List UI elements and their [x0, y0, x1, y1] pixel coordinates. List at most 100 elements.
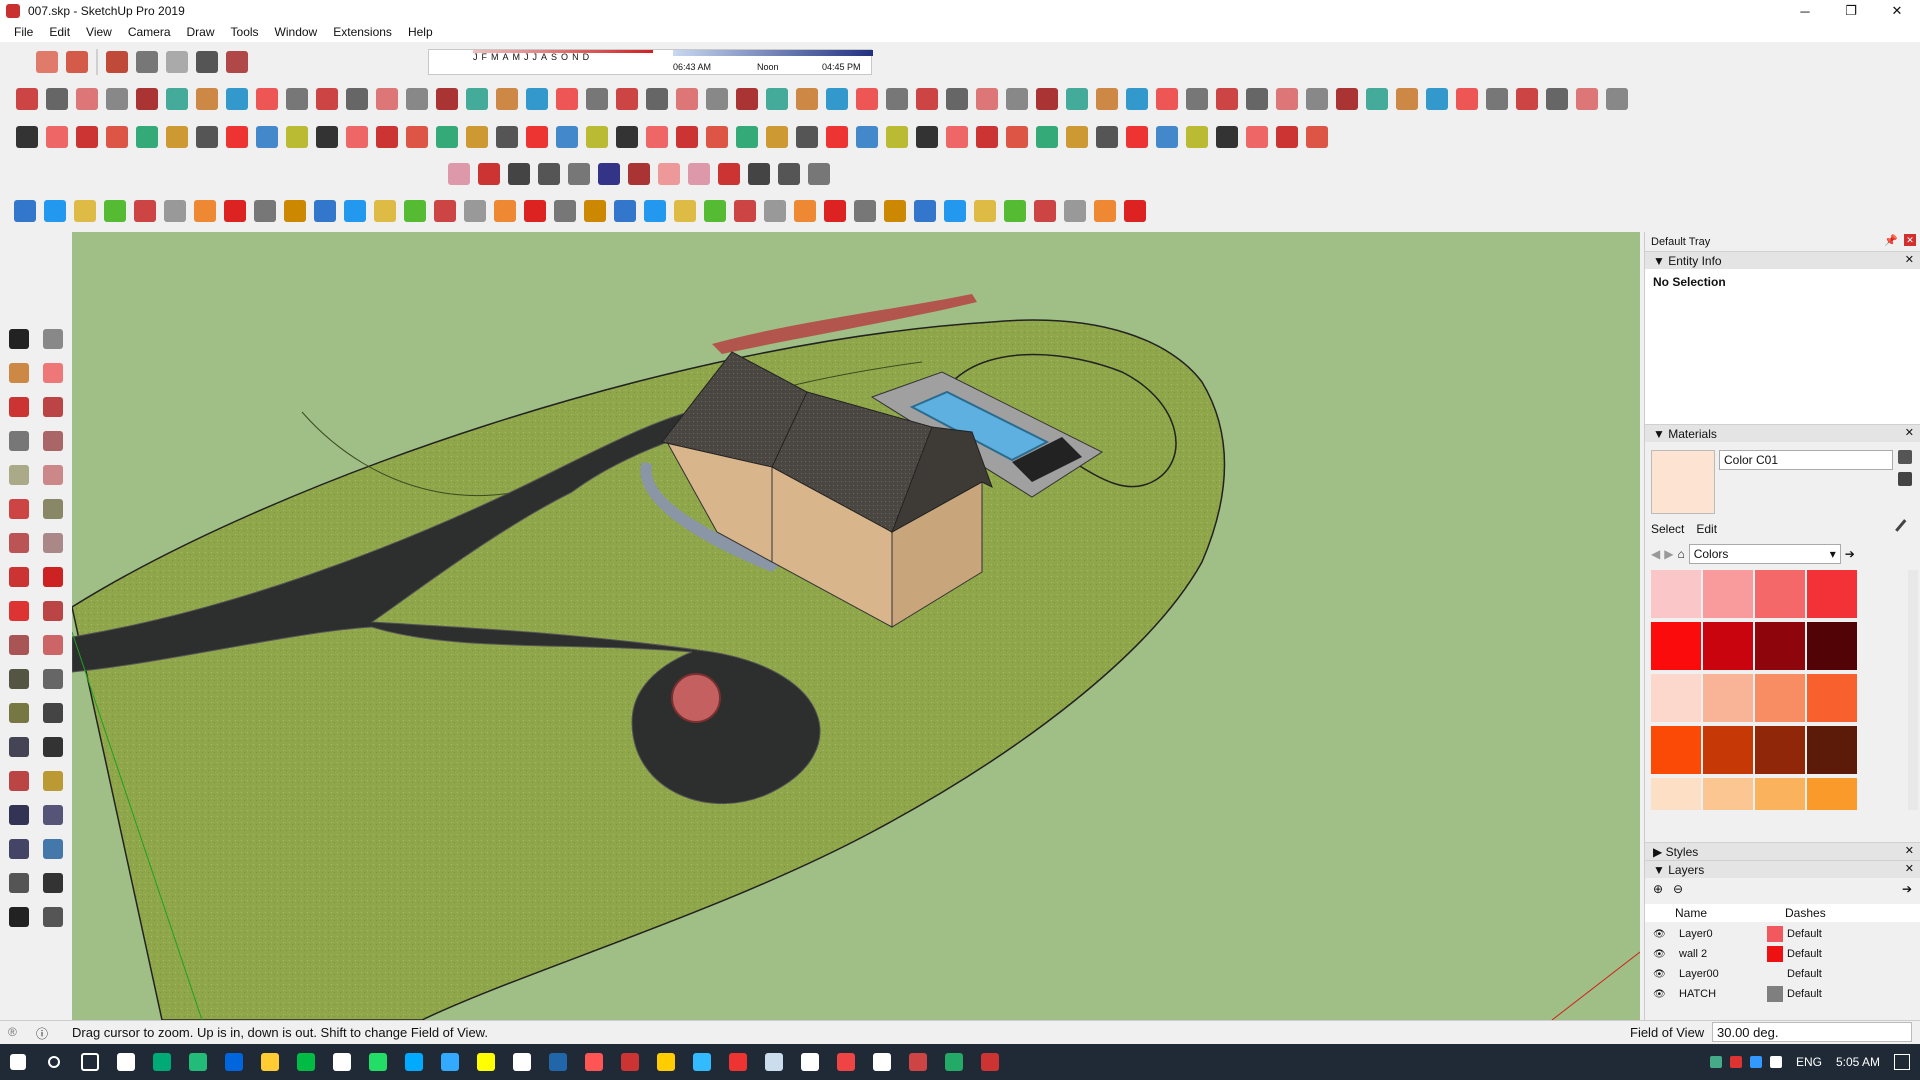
- main-tool-icon[interactable]: [1002, 122, 1032, 152]
- extension-tool-icon[interactable]: [1572, 84, 1602, 114]
- main-tool-icon[interactable]: [642, 122, 672, 152]
- solid-tool-icon[interactable]: [910, 196, 940, 226]
- material-swatch[interactable]: [1755, 726, 1805, 774]
- draw-tool-icon[interactable]: [684, 159, 714, 189]
- tape-measure-icon[interactable]: [6, 666, 32, 692]
- paint-bucket-icon[interactable]: [6, 360, 32, 386]
- extension-tool-icon[interactable]: [882, 84, 912, 114]
- layer-color-swatch[interactable]: [1767, 966, 1783, 982]
- line-icon[interactable]: [6, 394, 32, 420]
- walk-icon[interactable]: [6, 904, 32, 930]
- solid-tool-icon[interactable]: [1000, 196, 1030, 226]
- main-tool-icon[interactable]: [852, 122, 882, 152]
- extension-tool-icon[interactable]: [1452, 84, 1482, 114]
- main-tool-icon[interactable]: [1062, 122, 1092, 152]
- solid-tool-icon[interactable]: [880, 196, 910, 226]
- taskbar-app-icon[interactable]: [252, 1044, 288, 1080]
- solid-tool-icon[interactable]: [130, 196, 160, 226]
- extension-tool-icon[interactable]: [852, 84, 882, 114]
- main-tool-icon[interactable]: [672, 122, 702, 152]
- layer-color-swatch[interactable]: [1767, 926, 1783, 942]
- back-view-icon[interactable]: [162, 47, 192, 77]
- taskbar-app-icon[interactable]: [972, 1044, 1008, 1080]
- layer-visibility-icon[interactable]: 👁: [1653, 949, 1673, 960]
- extension-tool-icon[interactable]: [582, 84, 612, 114]
- section-plane-icon[interactable]: [40, 904, 66, 930]
- tab-edit[interactable]: Edit: [1696, 522, 1717, 536]
- rotate-icon[interactable]: [6, 598, 32, 624]
- solid-tool-icon[interactable]: [1090, 196, 1120, 226]
- solid-tool-icon[interactable]: [100, 196, 130, 226]
- protractor-icon[interactable]: [6, 700, 32, 726]
- menu-window[interactable]: Window: [267, 25, 326, 39]
- material-swatch[interactable]: [1755, 778, 1805, 810]
- extension-tool-icon[interactable]: [72, 84, 102, 114]
- polygon-icon[interactable]: [40, 462, 66, 488]
- material-swatch[interactable]: [1807, 570, 1857, 618]
- extension-tool-icon[interactable]: [1542, 84, 1572, 114]
- main-tool-icon[interactable]: [1302, 122, 1332, 152]
- solid-tool-icon[interactable]: [250, 196, 280, 226]
- taskbar-app-icon[interactable]: [648, 1044, 684, 1080]
- menu-edit[interactable]: Edit: [41, 25, 78, 39]
- solid-tool-icon[interactable]: [70, 196, 100, 226]
- extension-tool-icon[interactable]: [642, 84, 672, 114]
- extension-tool-icon[interactable]: [372, 84, 402, 114]
- menu-help[interactable]: Help: [400, 25, 441, 39]
- material-swatch[interactable]: [1703, 726, 1753, 774]
- main-tool-icon[interactable]: [252, 122, 282, 152]
- back-arrow-icon[interactable]: ◀: [1651, 547, 1660, 561]
- solid-tool-icon[interactable]: [310, 196, 340, 226]
- material-swatch[interactable]: [1651, 622, 1701, 670]
- material-swatch[interactable]: [1651, 778, 1701, 810]
- 2pt-arc-icon[interactable]: [40, 530, 66, 556]
- taskbar-app-icon[interactable]: [216, 1044, 252, 1080]
- solid-tool-icon[interactable]: [1030, 196, 1060, 226]
- main-tool-icon[interactable]: [1092, 122, 1122, 152]
- main-tool-icon[interactable]: [492, 122, 522, 152]
- solid-tool-icon[interactable]: [190, 196, 220, 226]
- right-view-icon[interactable]: [132, 47, 162, 77]
- main-tool-icon[interactable]: [822, 122, 852, 152]
- taskbar-app-icon[interactable]: [612, 1044, 648, 1080]
- extension-tool-icon[interactable]: [402, 84, 432, 114]
- main-tool-icon[interactable]: [192, 122, 222, 152]
- main-tool-icon[interactable]: [162, 122, 192, 152]
- main-tool-icon[interactable]: [732, 122, 762, 152]
- layer-row[interactable]: 👁 HATCH Default: [1645, 984, 1920, 1004]
- orbit-icon[interactable]: [6, 768, 32, 794]
- taskbar-app-icon[interactable]: [900, 1044, 936, 1080]
- solid-tool-icon[interactable]: [730, 196, 760, 226]
- main-tool-icon[interactable]: [102, 122, 132, 152]
- 3pt-arc-icon[interactable]: [6, 530, 32, 556]
- extension-tool-icon[interactable]: [492, 84, 522, 114]
- extension-tool-icon[interactable]: [672, 84, 702, 114]
- extension-tool-icon[interactable]: [462, 84, 492, 114]
- material-swatch[interactable]: [1807, 778, 1857, 810]
- main-tool-icon[interactable]: [12, 122, 42, 152]
- pan-icon[interactable]: [40, 768, 66, 794]
- main-tool-icon[interactable]: [1272, 122, 1302, 152]
- extension-tool-icon[interactable]: [612, 84, 642, 114]
- main-tool-icon[interactable]: [942, 122, 972, 152]
- solid-tool-icon[interactable]: [160, 196, 190, 226]
- main-tool-icon[interactable]: [1122, 122, 1152, 152]
- rotated-rect-icon[interactable]: [40, 428, 66, 454]
- select-icon[interactable]: [6, 326, 32, 352]
- solid-tool-icon[interactable]: [10, 196, 40, 226]
- eraser-icon[interactable]: [40, 360, 66, 386]
- windows-start-icon[interactable]: [0, 1044, 36, 1080]
- extension-tool-icon[interactable]: [1152, 84, 1182, 114]
- circle-icon[interactable]: [6, 462, 32, 488]
- layer-dashes[interactable]: Default: [1787, 968, 1822, 980]
- main-tool-icon[interactable]: [312, 122, 342, 152]
- layer-row[interactable]: 👁 Layer00 Default: [1645, 964, 1920, 984]
- taskbar-app-icon[interactable]: [144, 1044, 180, 1080]
- extension-tool-icon[interactable]: [822, 84, 852, 114]
- main-tool-icon[interactable]: [1152, 122, 1182, 152]
- main-tool-icon[interactable]: [972, 122, 1002, 152]
- swatch-scrollbar[interactable]: [1908, 570, 1918, 810]
- taskbar-app-icon[interactable]: [396, 1044, 432, 1080]
- extension-tool-icon[interactable]: [1362, 84, 1392, 114]
- extension-tool-icon[interactable]: [1062, 84, 1092, 114]
